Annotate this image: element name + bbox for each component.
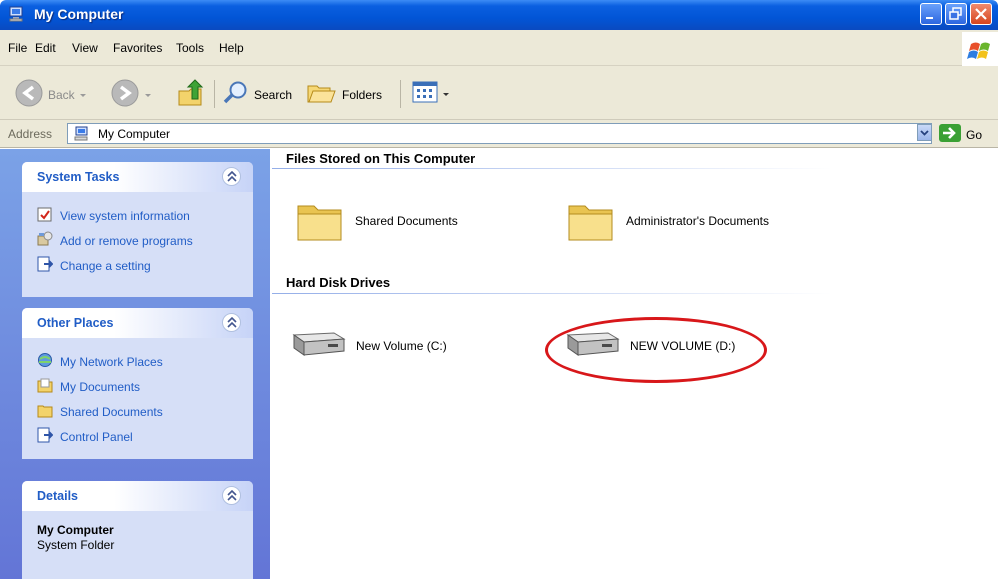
control-panel-icon bbox=[37, 427, 54, 446]
folder-icon bbox=[37, 402, 53, 421]
menu-file[interactable]: File bbox=[8, 41, 27, 55]
folders-label: Folders bbox=[342, 87, 383, 102]
system-info-icon bbox=[37, 206, 53, 225]
address-dropdown-button[interactable] bbox=[917, 124, 932, 141]
views-button[interactable] bbox=[412, 81, 450, 106]
collapse-chevron-icon[interactable] bbox=[222, 486, 241, 505]
task-label: Change a setting bbox=[60, 258, 151, 273]
task-change-a-setting[interactable]: Change a setting bbox=[37, 256, 151, 275]
folders-button[interactable]: Folders bbox=[306, 80, 382, 109]
details-panel: Details My Computer System Folder bbox=[22, 481, 253, 579]
place-shared-documents[interactable]: Shared Documents bbox=[37, 402, 163, 421]
other-places-title: Other Places bbox=[37, 316, 114, 330]
task-add-remove-programs[interactable]: Add or remove programs bbox=[37, 231, 193, 250]
folder-label: Administrator's Documents bbox=[626, 213, 770, 228]
group-header-files: Files Stored on This Computer bbox=[286, 151, 476, 166]
drive-new-volume-c[interactable]: New Volume (C:) bbox=[288, 329, 447, 362]
place-my-network-places[interactable]: My Network Places bbox=[37, 352, 163, 371]
go-label: Go bbox=[966, 127, 983, 142]
toolbar-separator bbox=[400, 80, 401, 108]
task-view-system-information[interactable]: View system information bbox=[37, 206, 190, 225]
highlight-ellipse bbox=[545, 317, 767, 383]
group-divider bbox=[272, 168, 832, 169]
system-tasks-title: System Tasks bbox=[37, 170, 120, 184]
task-label: Add or remove programs bbox=[60, 233, 193, 248]
window-title: My Computer bbox=[34, 6, 124, 22]
place-control-panel[interactable]: Control Panel bbox=[37, 427, 133, 446]
details-header[interactable]: Details bbox=[22, 481, 253, 511]
address-value: My Computer bbox=[98, 127, 171, 141]
menu-bar: File Edit View Favorites Tools Help bbox=[0, 30, 998, 66]
place-my-documents[interactable]: My Documents bbox=[37, 377, 140, 396]
menu-favorites[interactable]: Favorites bbox=[113, 41, 162, 55]
folder-icon bbox=[566, 194, 616, 247]
place-label: Shared Documents bbox=[60, 404, 163, 419]
add-remove-programs-icon bbox=[37, 231, 53, 250]
details-item-name: My Computer bbox=[37, 523, 114, 537]
maximize-button[interactable] bbox=[945, 3, 967, 25]
search-label: Search bbox=[254, 87, 293, 102]
folders-icon bbox=[306, 80, 338, 109]
address-input[interactable]: My Computer bbox=[67, 123, 932, 144]
address-bar: Address My Computer bbox=[0, 120, 998, 148]
menu-tools[interactable]: Tools bbox=[176, 41, 204, 55]
title-bar[interactable]: My Computer bbox=[0, 0, 998, 30]
folder-administrators-documents[interactable]: Administrator's Documents bbox=[566, 194, 769, 247]
my-documents-icon bbox=[37, 377, 53, 396]
windows-logo-icon bbox=[962, 32, 998, 66]
back-label: Back bbox=[48, 87, 75, 102]
my-computer-icon bbox=[8, 5, 26, 23]
drive-label: New Volume (C:) bbox=[356, 338, 447, 353]
up-folder-icon bbox=[176, 79, 206, 110]
close-button[interactable] bbox=[970, 3, 992, 25]
folder-icon bbox=[295, 194, 345, 247]
search-icon bbox=[222, 80, 250, 109]
toolbar-separator bbox=[214, 80, 215, 108]
search-button[interactable]: Search bbox=[222, 80, 292, 109]
minimize-button[interactable] bbox=[920, 3, 942, 25]
menu-help[interactable]: Help bbox=[219, 41, 244, 55]
folder-shared-documents[interactable]: Shared Documents bbox=[295, 194, 458, 247]
task-label: View system information bbox=[60, 208, 190, 223]
forward-dropdown-icon bbox=[144, 88, 152, 102]
details-title: Details bbox=[37, 489, 78, 503]
hard-drive-icon bbox=[288, 329, 346, 362]
chevron-down-icon bbox=[920, 130, 929, 136]
forward-button[interactable] bbox=[110, 78, 152, 111]
back-button[interactable]: Back bbox=[14, 78, 87, 111]
go-arrow-icon bbox=[939, 124, 961, 145]
place-label: My Network Places bbox=[60, 354, 163, 369]
place-label: My Documents bbox=[60, 379, 141, 394]
network-places-icon bbox=[37, 352, 53, 371]
forward-arrow-icon bbox=[110, 78, 140, 111]
back-arrow-icon bbox=[14, 78, 44, 111]
address-label: Address bbox=[8, 127, 53, 141]
views-icon bbox=[412, 81, 438, 106]
collapse-chevron-icon[interactable] bbox=[222, 167, 241, 186]
system-tasks-header[interactable]: System Tasks bbox=[22, 162, 253, 192]
other-places-panel: Other Places My Network Places My Docume… bbox=[22, 308, 253, 459]
go-button[interactable]: Go bbox=[939, 124, 982, 145]
group-header-drives: Hard Disk Drives bbox=[286, 275, 391, 290]
control-panel-icon bbox=[37, 256, 54, 275]
collapse-chevron-icon[interactable] bbox=[222, 313, 241, 332]
details-item-type: System Folder bbox=[37, 538, 115, 552]
my-computer-icon bbox=[74, 126, 90, 145]
place-label: Control Panel bbox=[60, 429, 133, 444]
up-folder-button[interactable] bbox=[176, 79, 206, 110]
standard-toolbar: Back Search Folders bbox=[0, 66, 998, 120]
folder-label: Shared Documents bbox=[355, 213, 458, 228]
task-pane: System Tasks View system information Add… bbox=[0, 149, 270, 579]
group-divider bbox=[272, 293, 832, 294]
menu-edit[interactable]: Edit bbox=[35, 41, 56, 55]
menu-view[interactable]: View bbox=[72, 41, 98, 55]
system-tasks-panel: System Tasks View system information Add… bbox=[22, 162, 253, 297]
views-dropdown-icon bbox=[442, 87, 450, 101]
other-places-header[interactable]: Other Places bbox=[22, 308, 253, 338]
back-dropdown-icon bbox=[79, 88, 87, 102]
